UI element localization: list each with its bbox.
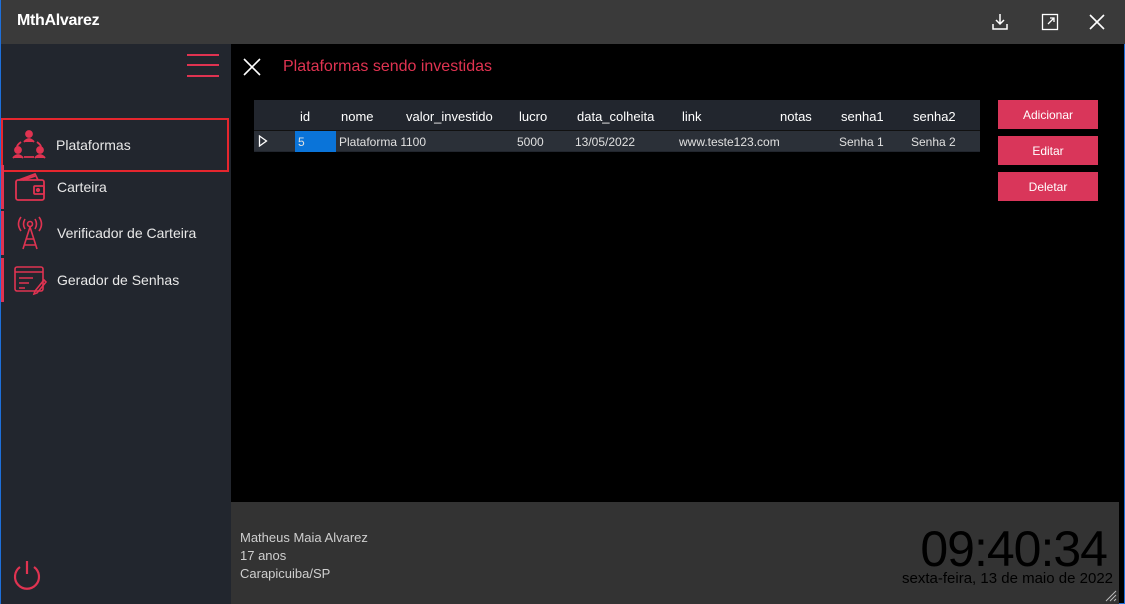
sidebar-item-verificador[interactable]: Verificador de Carteira — [1, 211, 229, 255]
antenna-icon — [13, 216, 47, 250]
column-header[interactable]: id — [300, 109, 310, 124]
column-header[interactable]: valor_investido — [406, 109, 493, 124]
main-panel: Plataformas sendo investidas id nome val… — [231, 44, 1119, 502]
user-name: Matheus Maia Alvarez — [240, 530, 368, 545]
app-window: MthAlvarez Plataformas Carteira Verifica… — [0, 0, 1125, 604]
column-header[interactable]: data_colheita — [577, 109, 654, 124]
hamburger-menu-icon[interactable] — [185, 52, 221, 78]
close-panel-icon[interactable] — [243, 58, 261, 76]
cell-link[interactable]: www.teste123.com — [679, 135, 780, 149]
cell-id[interactable]: 5 — [298, 135, 305, 149]
status-footer: Matheus Maia Alvarez 17 anos Carapicuiba… — [231, 502, 1119, 604]
sidebar-item-plataformas[interactable]: Plataformas — [1, 118, 229, 172]
column-header[interactable]: senha1 — [841, 109, 884, 124]
delete-button[interactable]: Deletar — [998, 172, 1098, 201]
resize-grip-icon[interactable] — [1103, 588, 1117, 602]
platforms-table[interactable]: id nome valor_investido lucro data_colhe… — [254, 100, 980, 152]
user-age: 17 anos — [240, 548, 287, 563]
cell-data-colheita[interactable]: 13/05/2022 — [575, 135, 635, 149]
maximize-icon[interactable] — [1037, 10, 1063, 34]
sidebar-item-gerador[interactable]: Gerador de Senhas — [1, 258, 229, 302]
page-title: Plataformas sendo investidas — [283, 58, 492, 75]
column-header[interactable]: notas — [780, 109, 812, 124]
cell-lucro[interactable]: 5000 — [517, 135, 544, 149]
password-form-icon — [13, 263, 47, 297]
cell-nome[interactable]: Plataforma 1 — [339, 135, 407, 149]
power-icon[interactable] — [11, 558, 43, 592]
user-city: Carapicuiba/SP — [240, 566, 331, 581]
sidebar: Plataformas Carteira Verificador de Cart… — [1, 44, 231, 604]
cell-senha2[interactable]: Senha 2 — [911, 135, 956, 149]
column-header[interactable]: link — [682, 109, 702, 124]
people-network-icon — [12, 128, 46, 162]
table-header: id nome valor_investido lucro data_colhe… — [254, 100, 980, 130]
sidebar-item-label: Gerador de Senhas — [57, 272, 180, 288]
sidebar-item-label: Carteira — [57, 179, 107, 195]
title-bar[interactable]: MthAlvarez — [1, 0, 1125, 44]
edit-button[interactable]: Editar — [998, 136, 1098, 165]
add-button[interactable]: Adicionar — [998, 100, 1098, 129]
sidebar-item-label: Plataformas — [56, 137, 131, 153]
row-pointer-icon — [258, 135, 268, 147]
cell-senha1[interactable]: Senha 1 — [839, 135, 884, 149]
cell-valor-investido[interactable]: 100 — [406, 135, 426, 149]
table-row[interactable]: 5 Plataforma 1 100 5000 13/05/2022 www.t… — [254, 130, 980, 152]
column-header[interactable]: senha2 — [913, 109, 956, 124]
wallet-icon — [13, 170, 47, 204]
download-icon[interactable] — [987, 10, 1013, 34]
column-header[interactable]: nome — [341, 109, 374, 124]
column-header[interactable]: lucro — [519, 109, 547, 124]
date: sexta-feira, 13 de maio de 2022 — [902, 570, 1113, 587]
app-title: MthAlvarez — [17, 12, 100, 29]
sidebar-item-label: Verificador de Carteira — [57, 225, 197, 241]
sidebar-item-carteira[interactable]: Carteira — [1, 165, 229, 209]
close-icon[interactable] — [1084, 10, 1110, 34]
